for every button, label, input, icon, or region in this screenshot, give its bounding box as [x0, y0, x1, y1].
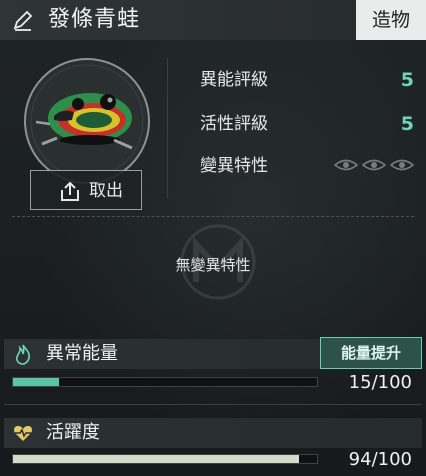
item-portrait	[22, 56, 152, 186]
stat-label: 異能評級	[200, 70, 268, 90]
stat-activity-rating: 活性評級 5	[200, 111, 416, 137]
take-out-label: 取出	[89, 181, 123, 201]
stat-label: 活性評級	[200, 114, 268, 134]
stat-value: 5	[400, 113, 414, 135]
mutation-empty-text: 無變異特性	[175, 256, 251, 274]
stat-ability-rating: 異能評級 5	[200, 67, 416, 93]
divider	[167, 58, 168, 198]
pencil-icon[interactable]	[12, 9, 34, 31]
energy-label: 異常能量	[46, 343, 118, 364]
eye-icon	[362, 159, 386, 171]
energy-bar-fill	[13, 378, 59, 386]
section-divider	[12, 216, 414, 217]
item-type-badge: 造物	[356, 0, 426, 40]
energy-count: 15/100	[348, 372, 412, 393]
heartbeat-icon	[14, 426, 32, 441]
eye-icon	[390, 159, 414, 171]
upload-icon	[61, 181, 79, 201]
activity-bar	[12, 454, 318, 464]
activity-bar-fill	[13, 455, 299, 463]
energy-boost-button[interactable]: 能量提升	[320, 337, 422, 369]
eye-icon	[334, 159, 358, 171]
stat-value: 5	[400, 69, 414, 91]
mutation-indicators	[334, 158, 414, 172]
stat-mutation-traits: 變異特性	[200, 153, 416, 179]
activity-header: 活躍度	[4, 418, 422, 448]
activity-label: 活躍度	[46, 422, 100, 443]
stat-label: 變異特性	[200, 156, 268, 176]
divider	[4, 404, 422, 405]
item-title: 發條青蛙	[48, 7, 141, 32]
energy-bar	[12, 377, 318, 387]
flame-icon	[16, 344, 30, 365]
take-out-button[interactable]: 取出	[30, 170, 142, 210]
activity-count: 94/100	[348, 449, 412, 470]
item-header: 發條青蛙 造物	[0, 0, 426, 40]
